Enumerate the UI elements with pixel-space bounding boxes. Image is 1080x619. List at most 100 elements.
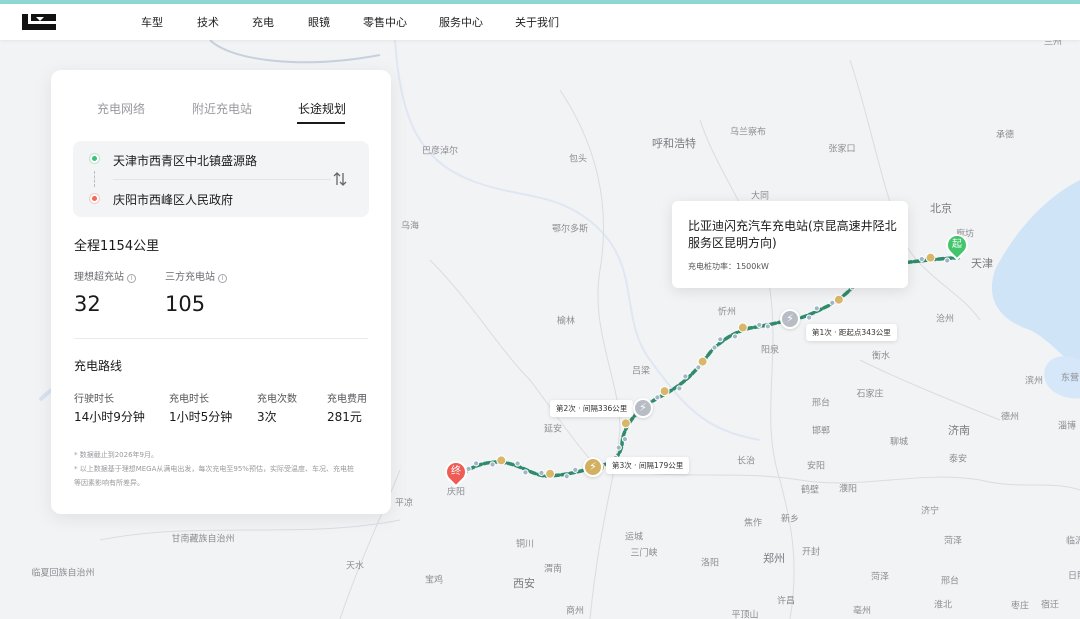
- supercharger-dot[interactable]: [697, 356, 708, 367]
- route-line: [454, 256, 960, 480]
- city-label: 甘南藏族自治州: [171, 534, 235, 545]
- charger-dot[interactable]: [563, 473, 570, 480]
- city-label: 商州: [565, 606, 585, 617]
- charger-dot[interactable]: [717, 336, 724, 343]
- charger-dot[interactable]: [514, 460, 521, 467]
- charger-dot[interactable]: [473, 460, 480, 467]
- city-label: 临夏回族自治州: [31, 568, 95, 579]
- city-label: 郑州: [763, 552, 785, 565]
- city-label: 济南: [948, 424, 970, 437]
- charging-station-tooltip[interactable]: 比亚迪闪充汽车充电站(京昆高速井陉北服务区昆明方向) 充电桩功率：1500kW: [672, 201, 908, 288]
- city-label: 开封: [801, 547, 821, 558]
- end-pin-label: 终: [451, 466, 461, 477]
- city-label: 石家庄: [856, 389, 884, 400]
- charge-stop-3-label[interactable]: 第3次 · 间隔179公里: [606, 457, 690, 474]
- supercharger-dot[interactable]: [496, 455, 507, 466]
- charger-dot[interactable]: [538, 469, 545, 476]
- charger-dot[interactable]: [813, 305, 820, 312]
- charge-cost-label: 充电费用: [327, 394, 367, 405]
- city-label: 乌海: [400, 221, 420, 232]
- charger-dot[interactable]: [764, 323, 771, 330]
- city-label: 济宁: [920, 506, 940, 517]
- charger-dot[interactable]: [756, 321, 763, 328]
- info-icon[interactable]: i: [218, 274, 227, 283]
- origin-field[interactable]: 天津市西青区中北镇盛源路: [113, 152, 257, 169]
- supercharger-dot[interactable]: [659, 386, 670, 397]
- city-label: 平凉: [394, 498, 414, 509]
- city-label: 新乡: [780, 514, 800, 525]
- city-label: 焦作: [743, 518, 763, 529]
- charger-dot[interactable]: [676, 385, 683, 392]
- info-icon[interactable]: i: [127, 274, 136, 283]
- city-label: 包头: [568, 154, 588, 165]
- nav-item-technology[interactable]: 技术: [197, 14, 219, 30]
- city-label: 鹤壁: [800, 485, 820, 496]
- nav-item-charging[interactable]: 充电: [252, 14, 274, 30]
- city-label: 运城: [624, 532, 644, 543]
- charge-stop-3-bolt-icon[interactable]: ⚡: [583, 457, 603, 477]
- city-label: 天津: [971, 257, 993, 270]
- charger-dot[interactable]: [615, 444, 622, 451]
- nav-item-glasses[interactable]: 眼镜: [308, 14, 330, 30]
- supercharger-dot[interactable]: [620, 418, 631, 429]
- charger-dot[interactable]: [621, 435, 629, 443]
- city-label: 铜川: [515, 539, 535, 550]
- charger-dot[interactable]: [944, 257, 951, 264]
- nav-item-models[interactable]: 车型: [141, 14, 163, 30]
- tab-charging-network[interactable]: 充电网络: [97, 100, 145, 117]
- city-label: 天水: [345, 561, 365, 572]
- charger-dot[interactable]: [711, 344, 718, 351]
- destination-field[interactable]: 庆阳市西峰区人民政府: [113, 191, 233, 208]
- city-label: 聊城: [889, 437, 909, 448]
- city-label: 邢台: [940, 576, 960, 587]
- charger-dot[interactable]: [572, 466, 579, 473]
- river-north: [209, 39, 381, 64]
- supercharger-dot[interactable]: [833, 294, 844, 305]
- city-label: 濮阳: [838, 484, 858, 495]
- charger-dot[interactable]: [682, 373, 689, 380]
- city-label: 平顶山: [731, 610, 759, 619]
- charger-dot[interactable]: [522, 469, 529, 476]
- charger-dot[interactable]: [731, 333, 739, 340]
- tab-long-trip-planning[interactable]: 长途规划: [298, 100, 346, 117]
- charging-route-title: 充电路线: [74, 359, 123, 373]
- lixiang-logo-icon[interactable]: [22, 14, 56, 30]
- city-label: 呼和浩特: [652, 137, 696, 150]
- supercharger-dot[interactable]: [925, 252, 936, 263]
- nav-item-service-center[interactable]: 服务中心: [439, 14, 483, 30]
- city-label: 菏泽: [870, 572, 890, 583]
- city-label: 许昌: [776, 596, 796, 607]
- city-label: 临沂: [1065, 536, 1080, 547]
- supercharger-dot[interactable]: [737, 322, 748, 333]
- ideal-supercharger-count: 32: [74, 292, 101, 316]
- nav-item-about-us[interactable]: 关于我们: [515, 14, 559, 30]
- footnote-2: * 以上数据基于理想MEGA从满电出发，每次充电至95%预估，实际受温度、车况、…: [74, 465, 354, 473]
- city-label: 大同: [750, 191, 770, 202]
- supercharger-dot[interactable]: [545, 468, 556, 479]
- swap-icon[interactable]: [333, 171, 347, 187]
- tab-nearby-stations[interactable]: 附近充电站: [192, 100, 252, 117]
- city-label: 忻州: [717, 307, 737, 318]
- drive-time-label: 行驶时长: [74, 394, 114, 405]
- charge-stop-2-label[interactable]: 第2次 · 间隔336公里: [550, 400, 634, 417]
- city-label: 榆林: [556, 316, 576, 327]
- charger-dot[interactable]: [805, 314, 813, 321]
- nav-item-retail-center[interactable]: 零售中心: [363, 14, 407, 30]
- third-party-station-label: 三方充电站 i: [165, 268, 227, 283]
- drive-time-value: 14小时9分钟: [74, 410, 145, 424]
- city-label: 乌兰察布: [729, 127, 767, 138]
- city-label: 鄂尔多斯: [551, 224, 589, 235]
- city-label: 渭南: [543, 564, 563, 575]
- charge-stop-2-bolt-icon[interactable]: ⚡: [633, 398, 653, 418]
- charger-dot[interactable]: [918, 255, 925, 263]
- city-label: 亳州: [852, 606, 872, 617]
- footnote-1: * 数据截止到2026年9月。: [74, 451, 158, 459]
- charger-dot[interactable]: [489, 461, 496, 468]
- city-label: 德州: [1000, 412, 1020, 423]
- city-label: 吕梁: [631, 366, 651, 377]
- charge-stop-1-label[interactable]: 第1次 · 距起点343公里: [806, 324, 897, 341]
- city-label: 长治: [736, 456, 756, 467]
- charger-dot[interactable]: [654, 394, 661, 401]
- charge-stop-1-bolt-icon[interactable]: ⚡: [780, 309, 800, 329]
- third-party-station-count: 105: [165, 292, 206, 316]
